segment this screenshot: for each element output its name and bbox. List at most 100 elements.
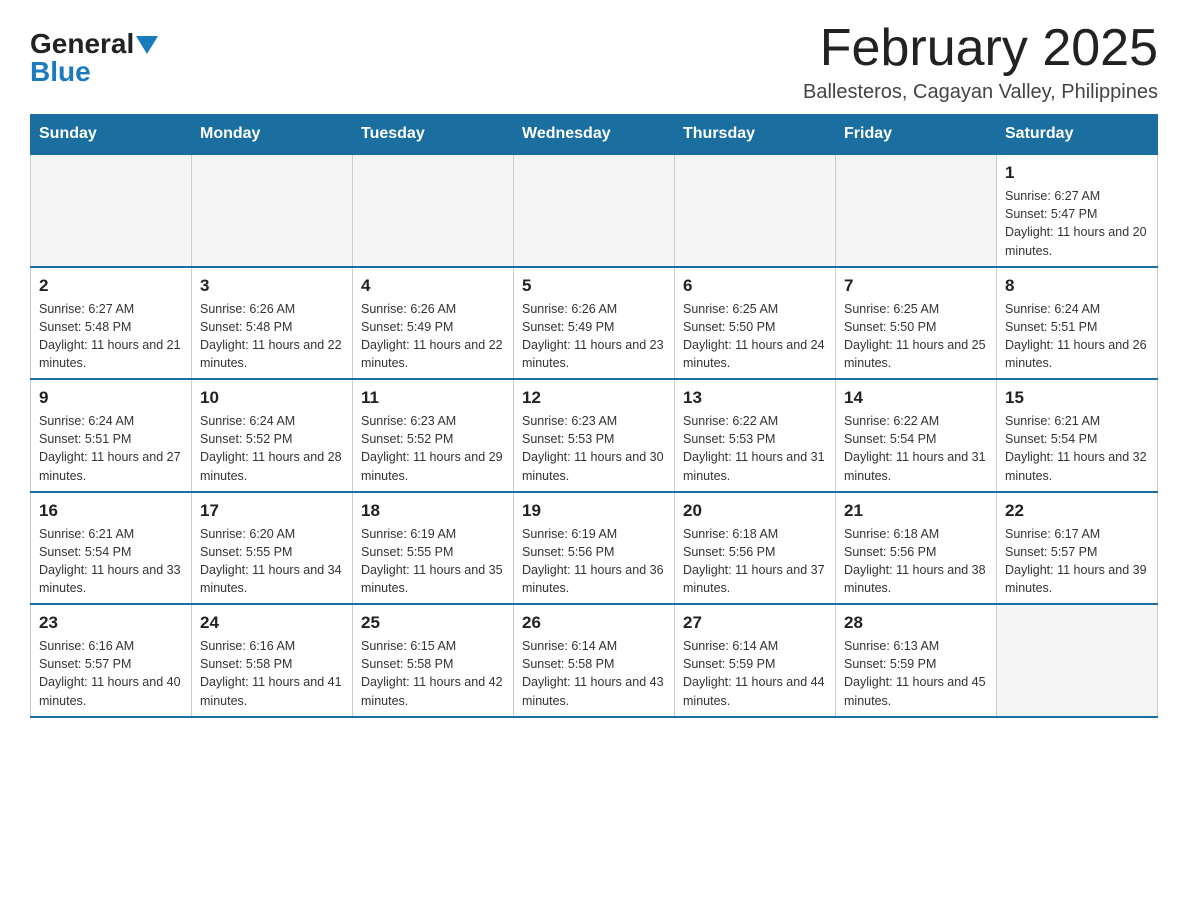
day-info: Sunrise: 6:21 AM Sunset: 5:54 PM Dayligh… (39, 525, 183, 598)
day-info: Sunrise: 6:13 AM Sunset: 5:59 PM Dayligh… (844, 637, 988, 710)
day-info: Sunrise: 6:22 AM Sunset: 5:54 PM Dayligh… (844, 412, 988, 485)
weekday-header-sunday: Sunday (31, 115, 192, 155)
day-info: Sunrise: 6:18 AM Sunset: 5:56 PM Dayligh… (683, 525, 827, 598)
day-info: Sunrise: 6:24 AM Sunset: 5:51 PM Dayligh… (1005, 300, 1149, 373)
calendar-week-row: 23Sunrise: 6:16 AM Sunset: 5:57 PM Dayli… (31, 604, 1158, 717)
calendar-title: February 2025 (803, 20, 1158, 77)
day-number: 27 (683, 613, 827, 633)
day-info: Sunrise: 6:26 AM Sunset: 5:49 PM Dayligh… (522, 300, 666, 373)
day-info: Sunrise: 6:19 AM Sunset: 5:55 PM Dayligh… (361, 525, 505, 598)
logo-general: General (30, 30, 134, 58)
day-info: Sunrise: 6:27 AM Sunset: 5:48 PM Dayligh… (39, 300, 183, 373)
calendar-week-row: 2Sunrise: 6:27 AM Sunset: 5:48 PM Daylig… (31, 267, 1158, 380)
calendar-cell: 13 Sunrise: 6:22 AM Sunset: 5:53 PM Dayli… (675, 379, 836, 492)
calendar-cell: 18 Sunrise: 6:19 AM Sunset: 5:55 PM Dayli… (353, 492, 514, 605)
day-number: 20 (683, 501, 827, 521)
calendar-cell: 7 Sunrise: 6:25 AM Sunset: 5:50 PM Daylig… (836, 267, 997, 380)
day-number: 16 (39, 501, 183, 521)
calendar-cell (836, 154, 997, 267)
calendar-cell: 21 Sunrise: 6:18 AM Sunset: 5:56 PM Dayli… (836, 492, 997, 605)
day-number: 25 (361, 613, 505, 633)
calendar-cell: 28 Sunrise: 6:13 AM Sunset: 5:59 PM Dayli… (836, 604, 997, 717)
calendar-cell: 6Sunrise: 6:25 AM Sunset: 5:50 PM Daylig… (675, 267, 836, 380)
calendar-cell: 17 Sunrise: 6:20 AM Sunset: 5:55 PM Dayli… (192, 492, 353, 605)
calendar-cell: 10 Sunrise: 6:24 AM Sunset: 5:52 PM Dayli… (192, 379, 353, 492)
calendar-cell: 19 Sunrise: 6:19 AM Sunset: 5:56 PM Dayli… (514, 492, 675, 605)
calendar-cell: 4Sunrise: 6:26 AM Sunset: 5:49 PM Daylig… (353, 267, 514, 380)
page-header: General Blue February 2025 Ballesteros, … (30, 20, 1158, 104)
calendar-cell: 23Sunrise: 6:16 AM Sunset: 5:57 PM Dayli… (31, 604, 192, 717)
day-info: Sunrise: 6:24 AM Sunset: 5:51 PM Dayligh… (39, 412, 183, 485)
day-info: Sunrise: 6:22 AM Sunset: 5:53 PM Dayligh… (683, 412, 827, 485)
day-number: 12 (522, 388, 666, 408)
day-number: 28 (844, 613, 988, 633)
calendar-cell: 1Sunrise: 6:27 AM Sunset: 5:47 PM Daylig… (997, 154, 1158, 267)
calendar-week-row: 16 Sunrise: 6:21 AM Sunset: 5:54 PM Dayli… (31, 492, 1158, 605)
day-number: 10 (200, 388, 344, 408)
calendar-cell: 27 Sunrise: 6:14 AM Sunset: 5:59 PM Dayli… (675, 604, 836, 717)
weekday-header-tuesday: Tuesday (353, 115, 514, 155)
day-number: 17 (200, 501, 344, 521)
day-number: 24 (200, 613, 344, 633)
calendar-subtitle: Ballesteros, Cagayan Valley, Philippines (803, 81, 1158, 104)
day-number: 7 (844, 276, 988, 296)
calendar-cell: 16 Sunrise: 6:21 AM Sunset: 5:54 PM Dayli… (31, 492, 192, 605)
calendar-cell (31, 154, 192, 267)
weekday-header-saturday: Saturday (997, 115, 1158, 155)
calendar-cell: 24 Sunrise: 6:16 AM Sunset: 5:58 PM Dayli… (192, 604, 353, 717)
day-info: Sunrise: 6:21 AM Sunset: 5:54 PM Dayligh… (1005, 412, 1149, 485)
day-number: 18 (361, 501, 505, 521)
weekday-header-thursday: Thursday (675, 115, 836, 155)
day-number: 22 (1005, 501, 1149, 521)
day-info: Sunrise: 6:25 AM Sunset: 5:50 PM Dayligh… (844, 300, 988, 373)
day-number: 3 (200, 276, 344, 296)
day-number: 9 (39, 388, 183, 408)
day-info: Sunrise: 6:14 AM Sunset: 5:59 PM Dayligh… (683, 637, 827, 710)
calendar-cell: 8Sunrise: 6:24 AM Sunset: 5:51 PM Daylig… (997, 267, 1158, 380)
day-info: Sunrise: 6:18 AM Sunset: 5:56 PM Dayligh… (844, 525, 988, 598)
logo-arrow-icon (136, 36, 158, 54)
calendar-cell (192, 154, 353, 267)
day-info: Sunrise: 6:23 AM Sunset: 5:52 PM Dayligh… (361, 412, 505, 485)
calendar-cell: 2Sunrise: 6:27 AM Sunset: 5:48 PM Daylig… (31, 267, 192, 380)
day-number: 15 (1005, 388, 1149, 408)
day-info: Sunrise: 6:16 AM Sunset: 5:58 PM Dayligh… (200, 637, 344, 710)
calendar-cell: 3 Sunrise: 6:26 AM Sunset: 5:48 PM Daylig… (192, 267, 353, 380)
calendar-cell: 11 Sunrise: 6:23 AM Sunset: 5:52 PM Dayli… (353, 379, 514, 492)
day-info: Sunrise: 6:17 AM Sunset: 5:57 PM Dayligh… (1005, 525, 1149, 598)
day-info: Sunrise: 6:20 AM Sunset: 5:55 PM Dayligh… (200, 525, 344, 598)
day-number: 23 (39, 613, 183, 633)
weekday-header-row: SundayMondayTuesdayWednesdayThursdayFrid… (31, 115, 1158, 155)
day-number: 19 (522, 501, 666, 521)
day-number: 1 (1005, 163, 1149, 183)
day-number: 13 (683, 388, 827, 408)
title-block: February 2025 Ballesteros, Cagayan Valle… (803, 20, 1158, 104)
day-number: 4 (361, 276, 505, 296)
calendar-cell: 25 Sunrise: 6:15 AM Sunset: 5:58 PM Dayli… (353, 604, 514, 717)
calendar-cell: 9 Sunrise: 6:24 AM Sunset: 5:51 PM Daylig… (31, 379, 192, 492)
calendar-table: SundayMondayTuesdayWednesdayThursdayFrid… (30, 114, 1158, 718)
day-number: 14 (844, 388, 988, 408)
calendar-cell: 20 Sunrise: 6:18 AM Sunset: 5:56 PM Dayli… (675, 492, 836, 605)
day-number: 26 (522, 613, 666, 633)
logo-blue: Blue (30, 58, 91, 86)
day-number: 11 (361, 388, 505, 408)
calendar-cell (997, 604, 1158, 717)
calendar-week-row: 9 Sunrise: 6:24 AM Sunset: 5:51 PM Daylig… (31, 379, 1158, 492)
calendar-cell: 22 Sunrise: 6:17 AM Sunset: 5:57 PM Dayli… (997, 492, 1158, 605)
calendar-cell (514, 154, 675, 267)
calendar-cell: 26Sunrise: 6:14 AM Sunset: 5:58 PM Dayli… (514, 604, 675, 717)
calendar-cell (353, 154, 514, 267)
calendar-cell: 12 Sunrise: 6:23 AM Sunset: 5:53 PM Dayli… (514, 379, 675, 492)
day-info: Sunrise: 6:26 AM Sunset: 5:48 PM Dayligh… (200, 300, 344, 373)
day-info: Sunrise: 6:25 AM Sunset: 5:50 PM Dayligh… (683, 300, 827, 373)
day-info: Sunrise: 6:24 AM Sunset: 5:52 PM Dayligh… (200, 412, 344, 485)
day-info: Sunrise: 6:15 AM Sunset: 5:58 PM Dayligh… (361, 637, 505, 710)
calendar-cell: 14 Sunrise: 6:22 AM Sunset: 5:54 PM Dayli… (836, 379, 997, 492)
calendar-cell (675, 154, 836, 267)
weekday-header-friday: Friday (836, 115, 997, 155)
day-number: 21 (844, 501, 988, 521)
day-info: Sunrise: 6:23 AM Sunset: 5:53 PM Dayligh… (522, 412, 666, 485)
day-number: 5 (522, 276, 666, 296)
day-info: Sunrise: 6:19 AM Sunset: 5:56 PM Dayligh… (522, 525, 666, 598)
